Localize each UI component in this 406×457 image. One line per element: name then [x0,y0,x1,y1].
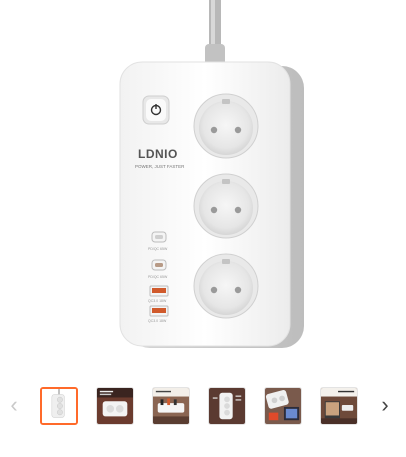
chevron-right-icon: › [381,392,389,417]
thumbnail-image [265,388,301,424]
brand-logo: LDNIO [138,147,178,161]
usb-port-label-1: PD/QC 65W [148,247,168,251]
thumbnail-6[interactable] [320,387,358,425]
thumbnail-1[interactable] [40,387,78,425]
main-product-image: LDNIO POWER, JUST FASTER PD/QC 65W PD/QC… [0,0,406,372]
schuko-socket-1 [193,93,259,159]
thumbnail-image [209,388,245,424]
next-image-button[interactable]: › [377,392,393,418]
thumbnail-strip: ‹ › [0,384,406,430]
chevron-left-icon: ‹ [10,392,18,417]
thumbnail-2[interactable] [96,387,134,425]
thumbnail-image [97,388,133,424]
thumbnail-image [42,389,76,423]
thumbnail-4[interactable] [208,387,246,425]
thumbnail-5[interactable] [264,387,302,425]
schuko-socket-3 [193,253,259,319]
thumbnail-image [153,388,189,424]
brand-tagline: POWER, JUST FASTER [135,164,185,169]
usb-port-label-4: QC3.0 18W [148,319,167,323]
power-strip-illustration: LDNIO POWER, JUST FASTER PD/QC 65W PD/QC… [119,0,304,348]
schuko-socket-2 [193,173,259,239]
usb-port-label-2: PD/QC 65W [148,275,168,279]
usb-port-label-3: QC3.0 18W [148,299,167,303]
power-button [142,95,170,125]
thumbnail-image [321,388,357,424]
thumbnail-3[interactable] [152,387,190,425]
power-cable [205,0,225,66]
previous-image-button[interactable]: ‹ [6,392,22,418]
